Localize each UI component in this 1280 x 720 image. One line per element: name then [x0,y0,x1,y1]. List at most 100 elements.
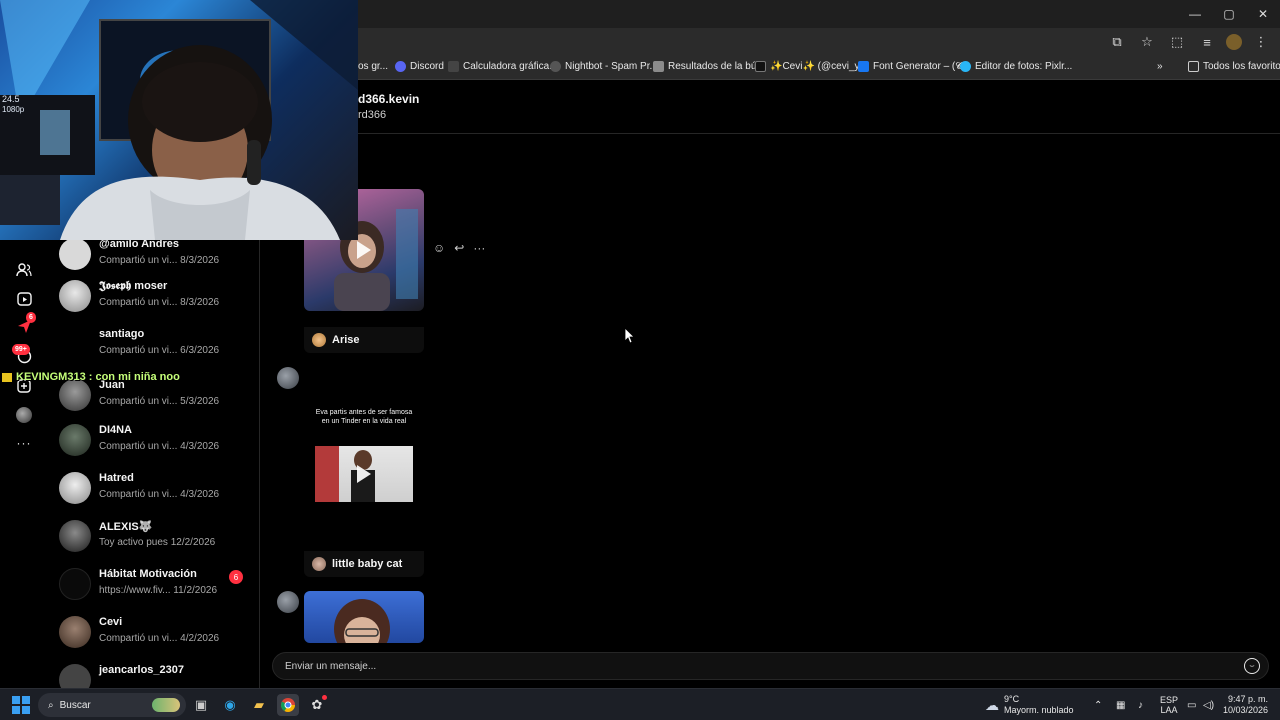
svg-text:24.5: 24.5 [2,94,20,104]
chat-subtitle: rd366 [358,109,387,121]
avatar [59,472,91,504]
send-icon[interactable]: 6 [14,312,36,336]
profile-icon[interactable] [1226,34,1242,50]
app-icon[interactable]: ✿ [306,694,328,716]
bookmark-item[interactable]: Font Generator – (𝓒... [858,61,971,72]
conversation-item[interactable]: DI4NA Compartió un vi... 4/3/2026 [48,424,259,472]
avatar [59,424,91,456]
pixlr-icon [960,61,971,72]
taskbar: ⌕ Buscar ▣ ◉ ▰ ✿ ☁ 9°C Mayorm. nublado ⌃… [0,688,1280,720]
bookmarks-overflow-button[interactable]: » [1157,61,1163,72]
conversation-preview: Toy activo pues 12/2/2026 [99,537,216,548]
bookmark-item[interactable]: Editor de fotos: Pixlr... [960,61,1072,72]
conversation-preview: Compartió un vi... 6/3/2026 [99,345,220,356]
edge-icon[interactable]: ◉ [219,694,241,716]
bookmark-item[interactable]: Nightbot - Spam Pr... [550,61,658,72]
taskbar-search[interactable]: ⌕ Buscar [38,693,186,717]
people-icon[interactable] [14,260,34,280]
menu-icon[interactable]: ⋮ [1250,31,1272,53]
search-icon: ⌕ [48,699,54,711]
bookmark-item[interactable]: Calculadora gráfica... [448,61,558,72]
conversation-item[interactable]: 𝕵𝖔𝖘𝖊𝖕𝖍 moser Compartió un vi... 8/3/2026 [48,280,259,328]
conversation-item[interactable]: ALEXIS🐺 Toy activo pues 12/2/2026 [48,520,259,568]
more-icon[interactable]: ··· [14,433,34,453]
conversation-name: ALEXIS🐺 [99,521,153,533]
conversation-item[interactable]: Cevi Compartió un vi... 4/2/2026 [48,616,259,664]
cursor-icon [625,328,635,343]
message-composer: ⌣ [272,652,1269,680]
conversation-preview: Compartió un vi... 5/3/2026 [99,396,220,407]
bookmark-item[interactable]: ✨Cevi✨ (@cevi_y... [755,61,867,72]
post-video-thumbnail [315,446,413,502]
star-icon[interactable]: ☆ [1136,31,1158,53]
cloud-icon: ☁ [985,696,999,713]
avatar [59,280,91,312]
shared-reel-author[interactable]: Arise [304,327,424,353]
close-icon[interactable]: ✕ [1246,0,1280,28]
more-options-icon[interactable]: ··· [473,241,485,255]
author-avatar [312,557,326,571]
cast-icon[interactable]: ⧉ [1106,31,1128,53]
notification-badge: 6 [26,312,36,323]
avatar [59,664,91,688]
conversation-item[interactable]: Hábitat Motivación https://www.fiv... 11… [48,568,259,616]
chat-title[interactable]: d366.kevin [358,92,419,106]
conversation-preview: Compartió un vi... 4/2/2026 [99,633,220,644]
windows-start-icon[interactable] [12,696,30,714]
profile-avatar[interactable] [14,405,34,425]
bookmark-item[interactable]: os gr... [358,61,388,72]
chat-panel: d366.kevin rd366 ☺ ↩ ··· Arise Eva parti… [261,80,1280,688]
avatar [59,379,91,411]
conversation-item[interactable]: Hatred Compartió un vi... 4/3/2026 [48,472,259,520]
messages-badge: 99+ [12,344,30,355]
media-icon[interactable]: ≡ [1196,31,1218,53]
volume-icon[interactable]: ◁) [1203,689,1214,720]
conversation-item[interactable]: jeancarlos_2307 [48,664,259,688]
nightbot-icon [550,61,561,72]
emoji-icon[interactable]: ⌣ [1244,658,1260,674]
webcam-feed: 24.5 1080p [0,0,358,240]
bookmark-item[interactable]: Discord [395,61,444,72]
chevron-up-icon[interactable]: ⌃ [1094,689,1102,720]
task-view-icon[interactable]: ▣ [190,694,212,716]
extensions-icon[interactable]: ⬚ [1166,31,1188,53]
conversation-name: santiago [99,328,145,340]
conversation-item[interactable]: @amilo Andres Compartió un vi... 8/3/202… [48,238,259,286]
weather-widget[interactable]: ☁ 9°C Mayorm. nublado [985,689,1074,720]
clock[interactable]: 9:47 p. m. 10/03/2026 [1222,689,1268,720]
conversation-name: jeancarlos_2307 [99,664,185,676]
conversation-item[interactable]: santiago Compartió un vi... 6/3/2026 [48,328,259,376]
tray-app-icon[interactable]: ▦ [1116,689,1125,720]
shared-reel-thumbnail[interactable] [304,591,424,643]
stream-chat-message: KEVINGM313 : con mi niña noo [2,371,180,383]
microphone-icon[interactable]: ♪ [1138,689,1143,720]
conversation-preview: https://www.fiv... 11/2/2026 [99,585,218,596]
sender-avatar[interactable] [277,591,299,613]
all-bookmarks-button[interactable]: Todos los favoritos [1188,61,1280,72]
react-icon[interactable]: ☺ [433,241,445,255]
file-explorer-icon[interactable]: ▰ [248,694,270,716]
avatar [59,520,91,552]
shared-post[interactable]: Eva partis antes de ser famosa en un Tin… [304,367,424,527]
conversation-item[interactable]: Juan Compartió un vi... 5/3/2026 [48,379,259,427]
shared-post-author[interactable]: little baby cat [304,551,424,577]
chrome-icon[interactable] [277,694,299,716]
message-actions: ☺ ↩ ··· [433,241,485,255]
reply-icon[interactable]: ↩ [454,241,464,255]
messages-icon[interactable]: 99+ [12,344,34,366]
network-icon[interactable]: ▭ [1187,689,1196,720]
folder-icon [1188,61,1199,72]
font-icon [858,61,869,72]
restore-icon[interactable]: ▢ [1212,0,1246,28]
doc-icon [653,61,664,72]
minimize-icon[interactable]: — [1178,0,1212,28]
reels-icon[interactable] [14,288,34,308]
language-indicator[interactable]: ESP LAA [1160,689,1178,720]
message-input[interactable] [285,653,1185,679]
bookmark-item[interactable]: Resultados de la bú... [653,61,765,72]
sender-avatar[interactable] [277,367,299,389]
avatar [59,328,91,360]
avatar [59,568,91,600]
tiktok-icon [755,61,766,72]
webcam-overlay: 24.5 1080p [0,0,358,240]
